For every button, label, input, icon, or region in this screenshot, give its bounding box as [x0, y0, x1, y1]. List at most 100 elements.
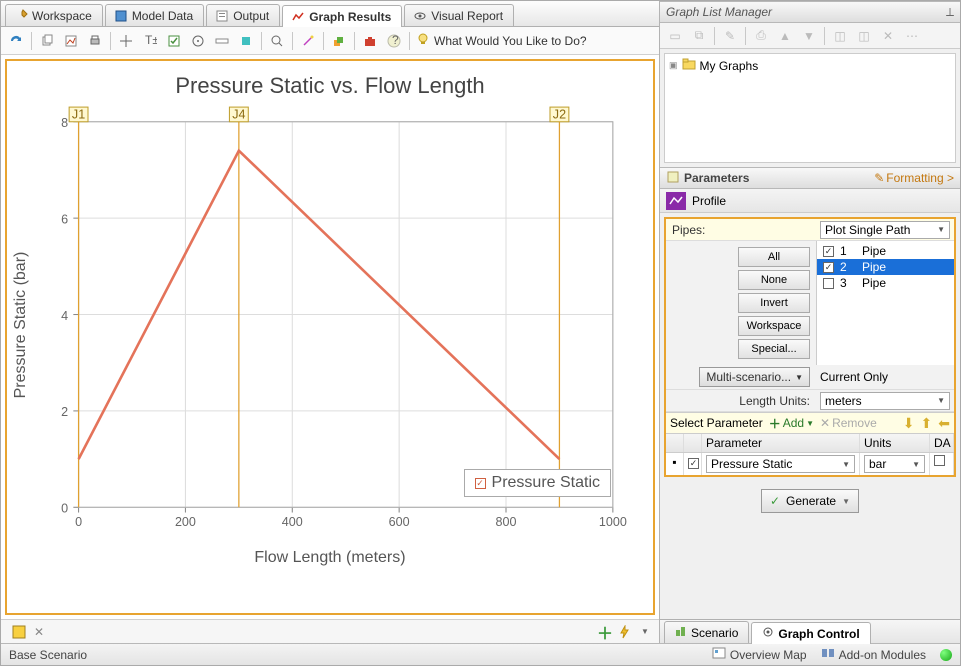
- pipe-list[interactable]: ✓1Pipe✓2Pipe3Pipe: [816, 241, 954, 365]
- legend-check-icon[interactable]: ✓: [475, 478, 486, 489]
- lightning-icon[interactable]: [617, 624, 633, 640]
- tree-root[interactable]: ▣ My Graphs: [669, 58, 951, 73]
- parameter-select[interactable]: Pressure Static▼: [706, 455, 855, 473]
- pipe-check-icon[interactable]: ✓: [823, 246, 834, 257]
- wrench-icon: [14, 9, 28, 23]
- profile-bar: Profile: [660, 189, 960, 213]
- svg-text:J2: J2: [553, 108, 566, 122]
- svg-text:6: 6: [61, 212, 68, 226]
- svg-text:J1: J1: [72, 108, 85, 122]
- svg-text:800: 800: [496, 515, 517, 529]
- dropdown-icon[interactable]: ▼: [637, 624, 653, 640]
- list-item[interactable]: ✓1Pipe: [817, 243, 954, 259]
- plus-icon[interactable]: ＋: [597, 624, 613, 640]
- pipes-label: Pipes:: [666, 221, 816, 239]
- tab-scenario[interactable]: Scenario: [664, 621, 749, 643]
- help-icon[interactable]: ?: [385, 32, 403, 50]
- check-box-icon[interactable]: [165, 32, 183, 50]
- current-only-label: Current Only: [816, 369, 954, 385]
- rename-icon[interactable]: ✎: [721, 27, 739, 45]
- list-item[interactable]: 3Pipe: [817, 275, 954, 291]
- add-parameter-button[interactable]: ＋Add▼: [769, 415, 814, 432]
- folder-icon[interactable]: ▭: [666, 27, 684, 45]
- print-icon[interactable]: [86, 32, 104, 50]
- tab-workspace[interactable]: Workspace: [5, 4, 103, 26]
- pipes-invert-button[interactable]: Invert: [738, 293, 810, 313]
- units-select[interactable]: bar▼: [864, 455, 925, 473]
- graph-tab-icon[interactable]: [11, 624, 27, 640]
- tree-expand-icon[interactable]: ▣: [669, 60, 678, 71]
- layers-icon[interactable]: [330, 32, 348, 50]
- new-graph-icon[interactable]: [62, 32, 80, 50]
- scenario-status: Base Scenario: [9, 648, 87, 662]
- plot-path-select[interactable]: Plot Single Path▼: [820, 221, 950, 239]
- chart-title: Pressure Static vs. Flow Length: [25, 73, 635, 99]
- table-row[interactable]: ▪ ✓ Pressure Static▼ bar▼: [666, 453, 954, 475]
- crosshair-icon[interactable]: [117, 32, 135, 50]
- text-icon[interactable]: T±: [141, 32, 159, 50]
- length-units-label: Length Units:: [666, 392, 816, 410]
- length-units-select[interactable]: meters▼: [820, 392, 950, 410]
- x-axis-label: Flow Length (meters): [25, 549, 635, 567]
- status-indicator[interactable]: [940, 649, 952, 661]
- print2-icon[interactable]: ⎙: [752, 27, 770, 45]
- folder-tree-icon: [682, 58, 696, 73]
- scenario-icon: [675, 625, 687, 640]
- copy-icon[interactable]: [38, 32, 56, 50]
- toolbox-icon[interactable]: [361, 32, 379, 50]
- da-check-icon[interactable]: [934, 455, 945, 466]
- up-icon[interactable]: ▲: [776, 27, 794, 45]
- pipe-check-icon[interactable]: [823, 278, 834, 289]
- pipes-none-button[interactable]: None: [738, 270, 810, 290]
- formatting-link[interactable]: ✎Formatting >: [874, 171, 954, 185]
- parameter-table: Parameter Units DA ▪ ✓ Pressure Static▼ …: [666, 434, 954, 475]
- remove-parameter-button[interactable]: ✕Remove: [820, 416, 877, 430]
- addon-modules-button[interactable]: Add-on Modules: [821, 647, 926, 662]
- map-icon: [712, 647, 726, 662]
- pipes-workspace-button[interactable]: Workspace: [738, 316, 810, 336]
- tab-model-data[interactable]: Model Data: [105, 4, 204, 26]
- wand-icon[interactable]: [299, 32, 317, 50]
- target-icon[interactable]: [189, 32, 207, 50]
- param-check-icon[interactable]: ✓: [688, 458, 699, 469]
- zoom-icon[interactable]: [268, 32, 286, 50]
- more-icon[interactable]: ⋯: [903, 27, 921, 45]
- windows-icon[interactable]: ◫: [855, 27, 873, 45]
- help-link[interactable]: What Would You Like to Do?: [416, 32, 587, 49]
- delete-icon[interactable]: ✕: [879, 27, 897, 45]
- param-down-icon[interactable]: ⬇: [903, 415, 915, 432]
- tab-output[interactable]: Output: [206, 4, 280, 26]
- format-icon: ✎: [874, 171, 884, 185]
- pin-icon[interactable]: ⟂: [946, 5, 954, 20]
- eye-icon: [413, 9, 427, 23]
- chart-container: Pressure Static vs. Flow Length Pressure…: [5, 59, 655, 615]
- data-icon: [114, 9, 128, 23]
- tab-graph-control[interactable]: Graph Control: [751, 622, 870, 644]
- params-icon: [666, 170, 680, 187]
- svg-text:0: 0: [75, 515, 82, 529]
- graph-tree[interactable]: ▣ My Graphs: [664, 53, 956, 163]
- color-icon[interactable]: [237, 32, 255, 50]
- window-icon[interactable]: ◫: [831, 27, 849, 45]
- left-pane: Workspace Model Data Output Graph Result…: [1, 1, 660, 643]
- param-up-icon[interactable]: ⬆: [921, 415, 933, 432]
- generate-button[interactable]: ✓ Generate ▼: [761, 489, 859, 513]
- legend[interactable]: ✓ Pressure Static: [464, 469, 611, 497]
- pipes-special-button[interactable]: Special...: [738, 339, 810, 359]
- right-pane: Graph List Manager ⟂ ▭ ⧉ ✎ ⎙ ▲ ▼ ◫ ◫ ✕ ⋯…: [660, 1, 960, 643]
- output-icon: [215, 9, 229, 23]
- param-left-icon[interactable]: ⬅: [938, 415, 950, 432]
- multi-scenario-button[interactable]: Multi-scenario...▼: [699, 367, 810, 387]
- legend-item-label: Pressure Static: [492, 474, 600, 492]
- overview-map-button[interactable]: Overview Map: [712, 647, 807, 662]
- pipe-check-icon[interactable]: ✓: [823, 262, 834, 273]
- ruler-icon[interactable]: [213, 32, 231, 50]
- close-tab-icon[interactable]: ✕: [31, 624, 47, 640]
- tab-visual-report[interactable]: Visual Report: [404, 4, 514, 26]
- list-item[interactable]: ✓2Pipe: [817, 259, 954, 275]
- down-icon[interactable]: ▼: [800, 27, 818, 45]
- pipes-all-button[interactable]: All: [738, 247, 810, 267]
- refresh-icon[interactable]: [7, 32, 25, 50]
- tab-graph-results[interactable]: Graph Results: [282, 5, 402, 27]
- copy2-icon[interactable]: ⧉: [690, 27, 708, 45]
